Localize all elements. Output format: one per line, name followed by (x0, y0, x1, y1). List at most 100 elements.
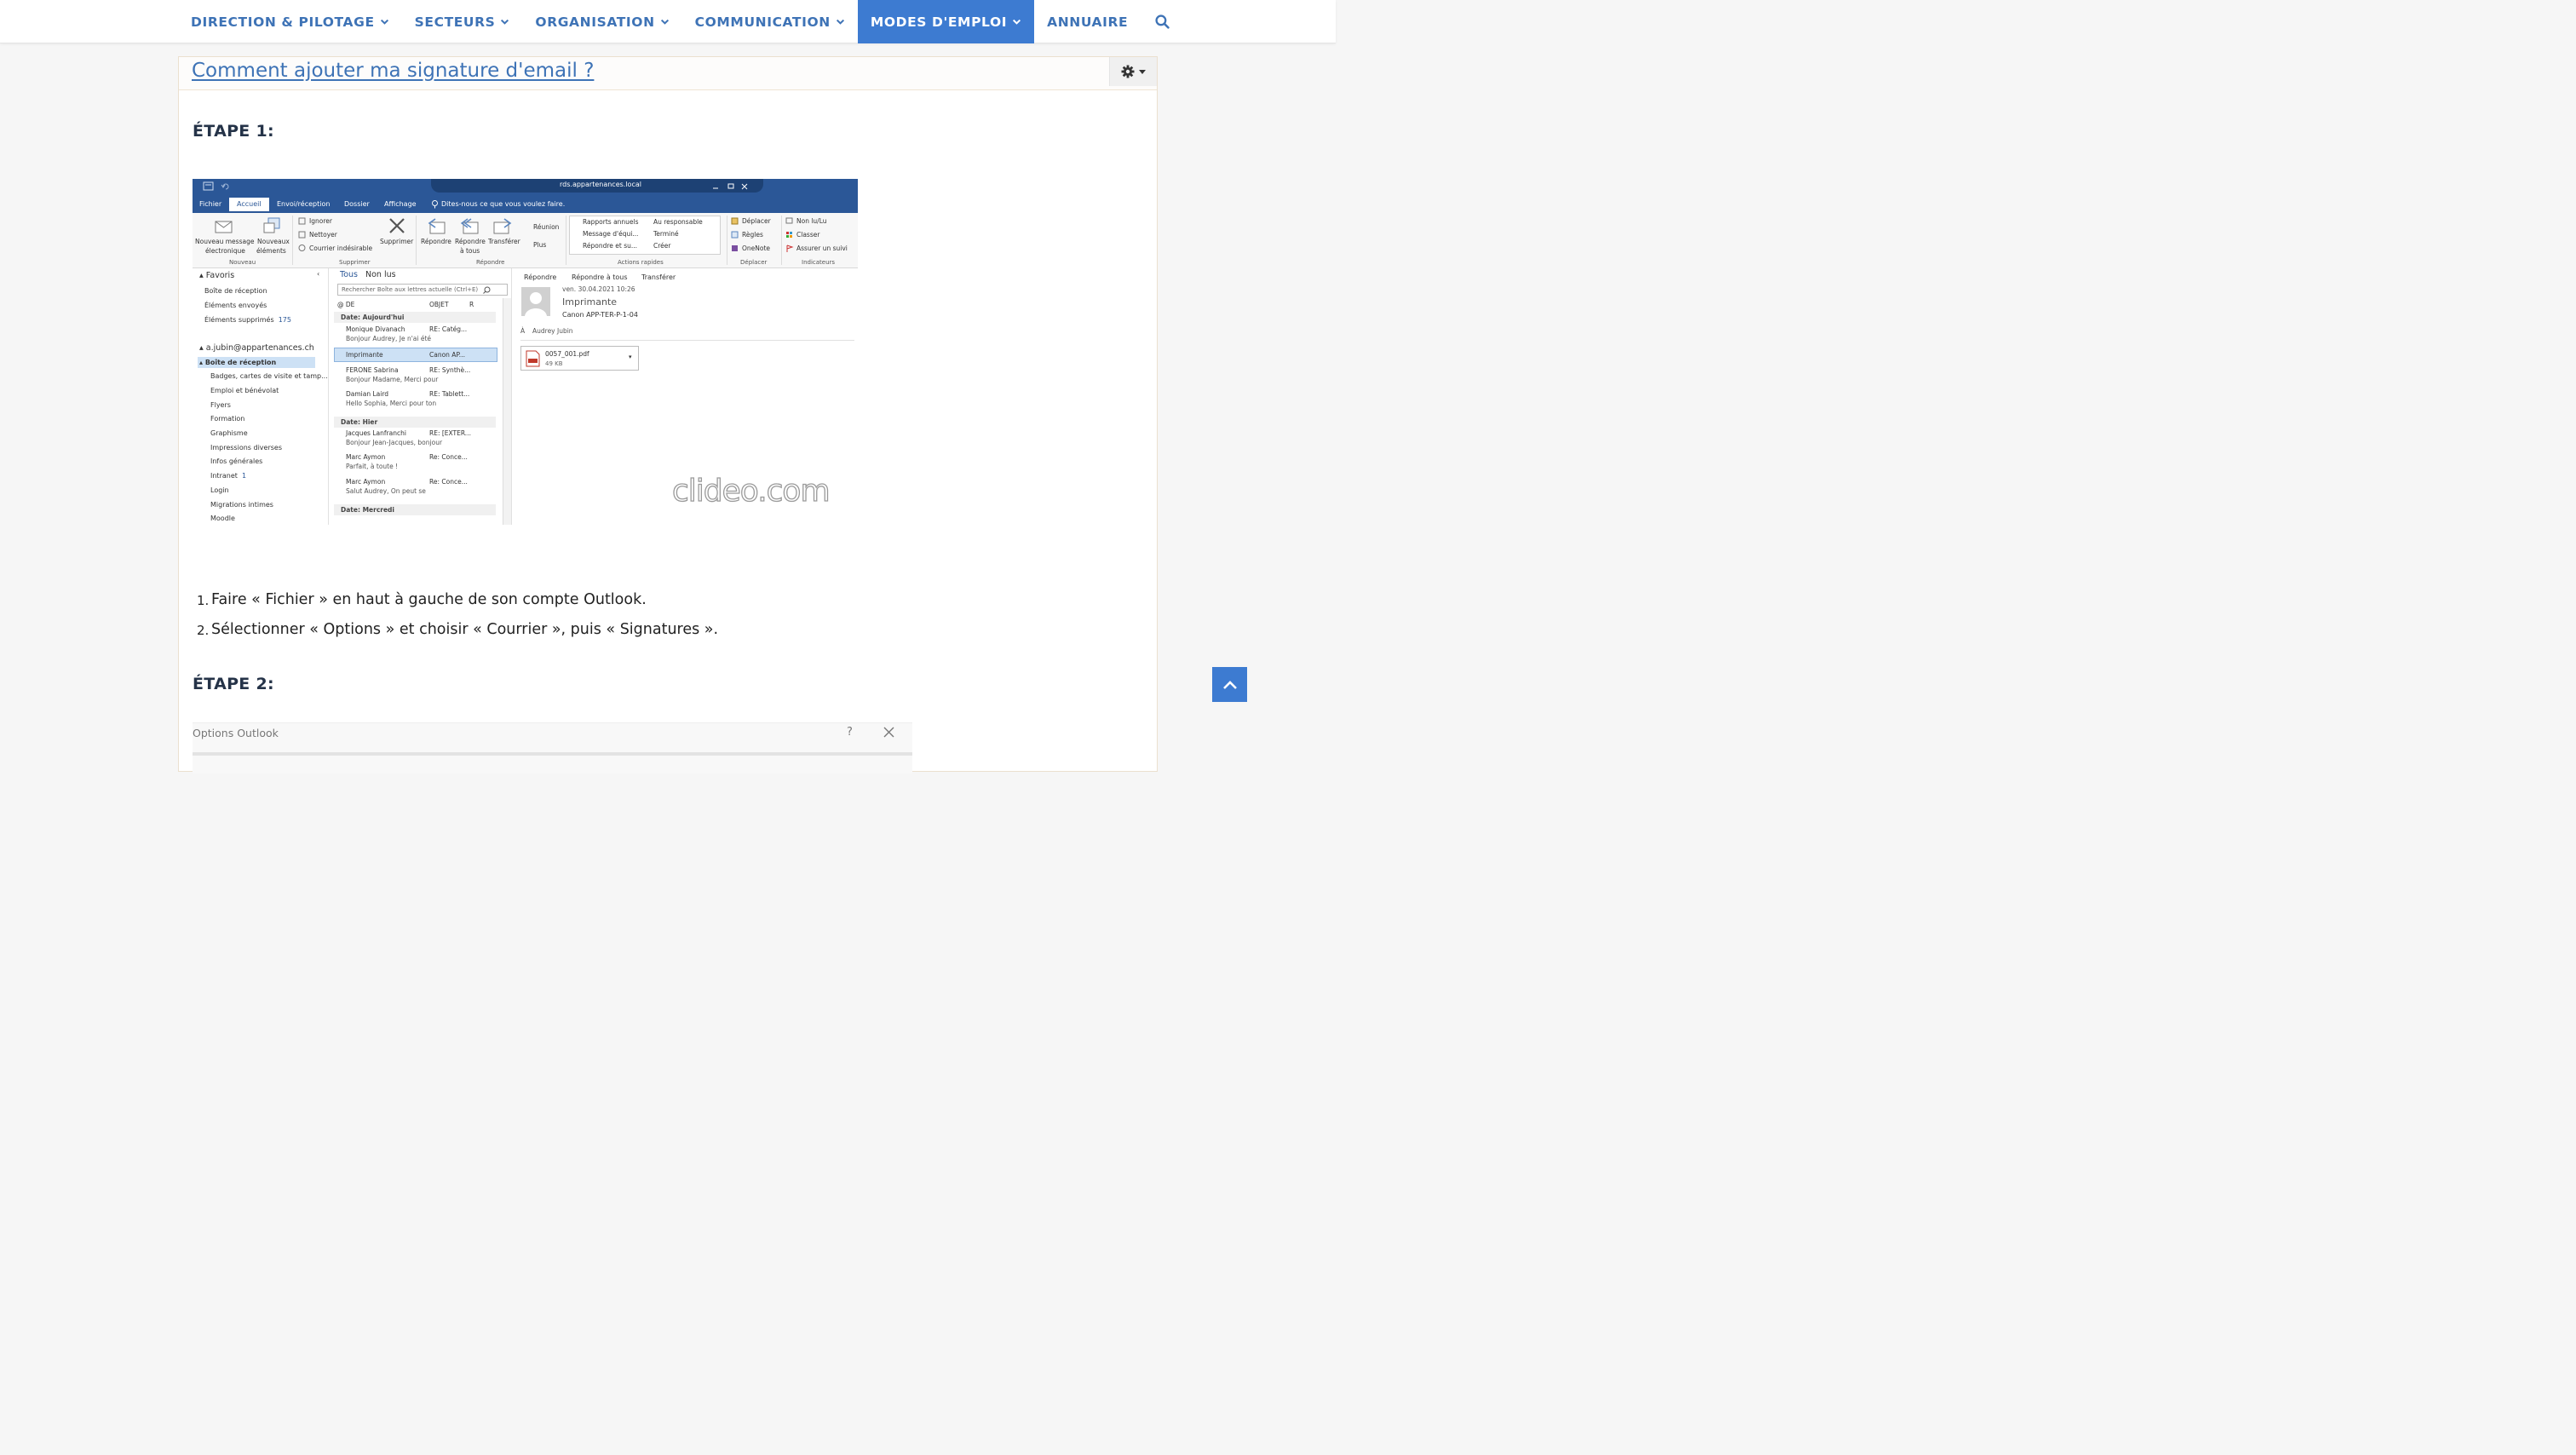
date-group-today[interactable]: Date: Aujourd'hui (341, 313, 404, 321)
filter-all-tab[interactable]: Tous (340, 270, 358, 279)
meeting-button[interactable]: Réunion (533, 223, 559, 231)
ribbon-group-tags: Indicateurs (802, 259, 836, 266)
onenote-button[interactable]: OneNote (742, 244, 770, 252)
date-group-wednesday[interactable]: Date: Mercredi (341, 506, 394, 514)
categorize-button[interactable]: Classer (796, 231, 819, 239)
nav-item-organisation[interactable]: ORGANISATION (522, 0, 681, 43)
unread-button[interactable]: Non lu/Lu (796, 217, 827, 225)
delete-button[interactable]: Supprimer (380, 238, 413, 245)
article-tools-button[interactable] (1109, 57, 1157, 86)
quick-step-annual-reports[interactable]: Rapports annuels (583, 218, 639, 226)
folder-emploi[interactable]: Emploi et bénévolat (210, 387, 279, 394)
date-group-yesterday[interactable]: Date: Hier (341, 418, 377, 426)
attachment-size: 49 KB (545, 360, 563, 367)
folder-migrations[interactable]: Migrations intimes (210, 501, 273, 509)
folder-inbox-label: Boîte de réception (204, 359, 277, 366)
favorites-header[interactable]: ▴ Favoris (199, 271, 234, 280)
chevron-down-icon[interactable]: ▾ (629, 354, 632, 360)
list-item-text: Faire « Fichier » en haut à gauche de so… (211, 591, 647, 608)
message-from[interactable]: Damian Laird (346, 390, 388, 398)
quick-step-done[interactable]: Terminé (653, 230, 679, 238)
folder-impressions[interactable]: Impressions diverses (210, 444, 282, 451)
forward-button[interactable]: Transférer (488, 238, 520, 245)
nav-item-communication[interactable]: COMMUNICATION (682, 0, 858, 43)
message-subject-heading: Canon APP-TER-P-1-04 (562, 311, 638, 319)
tab-envoi-reception[interactable]: Envoi/réception (277, 200, 330, 208)
nav-item-secteurs[interactable]: SECTEURS (402, 0, 523, 43)
search-input[interactable]: Rechercher Boîte aux lettres actuelle (C… (337, 284, 508, 296)
column-from[interactable]: @ DE (337, 301, 354, 308)
list-item: 1. Faire « Fichier » en haut à gauche de … (197, 585, 978, 615)
undo-icon (221, 183, 229, 190)
reading-reply-all-button[interactable]: Répondre à tous (572, 273, 628, 281)
folder-graphisme[interactable]: Graphisme (210, 429, 248, 437)
nav-item-modes-d-emploi[interactable]: MODES D'EMPLOI (857, 0, 1035, 43)
folder-intranet[interactable]: Intranet 1 (210, 472, 246, 480)
ribbon-group-quick-steps: Actions rapides (618, 259, 664, 266)
folder-formation[interactable]: Formation (210, 415, 244, 423)
folder-favorite-inbox[interactable]: Boîte de réception (204, 287, 267, 295)
tab-fichier[interactable]: Fichier (199, 200, 221, 208)
folder-sent[interactable]: Éléments envoyés (204, 302, 267, 309)
message-sender[interactable]: Imprimante (562, 296, 617, 308)
message-from[interactable]: Monique Divanach (346, 325, 405, 333)
reading-forward-button[interactable]: Transférer (641, 273, 676, 281)
quick-step-create[interactable]: Créer (653, 242, 670, 250)
recipient-name[interactable]: Audrey Jubin (532, 327, 573, 335)
ignore-button[interactable]: Ignorer (309, 217, 332, 225)
folder-deleted[interactable]: Éléments supprimés 175 (204, 316, 291, 324)
nav-item-direction-pilotage[interactable]: DIRECTION & PILOTAGE (178, 0, 402, 43)
back-to-top-button[interactable] (1212, 667, 1247, 702)
folder-badges[interactable]: Badges, cartes de visite et tamp... (210, 372, 328, 380)
message-from[interactable]: Marc Aymon (346, 453, 385, 461)
folder-login[interactable]: Login (210, 486, 229, 494)
column-subject[interactable]: OBJET (429, 301, 449, 308)
quick-step-team-message[interactable]: Message d'équi... (583, 230, 638, 238)
ribbon-separator (292, 216, 293, 265)
options-window-title: Options Outlook (193, 727, 279, 739)
tab-accueil[interactable]: Accueil (229, 198, 269, 211)
folder-moodle[interactable]: Moodle (210, 515, 235, 522)
collapse-pane-icon[interactable]: ‹ (317, 270, 319, 278)
folder-inbox[interactable]: ▴ Boîte de réception (198, 357, 315, 368)
message-subject: Re: Conce... (429, 453, 468, 461)
rules-button[interactable]: Règles (742, 231, 763, 239)
header-divider (520, 340, 854, 341)
move-button[interactable]: Déplacer (742, 217, 771, 225)
message-from[interactable]: Marc Aymon (346, 478, 385, 486)
message-subject: RE: Tablett... (429, 390, 470, 398)
message-subject: RE: Catég... (429, 325, 468, 333)
folder-infos[interactable]: Infos générales (210, 457, 262, 465)
folder-flyers[interactable]: Flyers (210, 401, 231, 409)
reading-reply-button[interactable]: Répondre (524, 273, 556, 281)
follow-up-button[interactable]: Assurer un suivi (796, 244, 848, 252)
tab-dossier[interactable]: Dossier (344, 200, 370, 208)
reply-button[interactable]: Répondre (421, 238, 451, 245)
tell-me-search[interactable]: Dites-nous ce que vous voulez faire. (441, 200, 565, 208)
message-subject: RE: [EXTER... (429, 429, 471, 437)
tab-affichage[interactable]: Affichage (384, 200, 417, 208)
message-list-scrollbar[interactable] (503, 298, 511, 525)
message-from[interactable]: FERONE Sabrina (346, 366, 399, 374)
search-button[interactable] (1141, 0, 1182, 43)
message-from[interactable]: Jacques Lanfranchi (346, 429, 406, 437)
quick-step-to-manager[interactable]: Au responsable (653, 218, 703, 226)
reply-all-button[interactable]: Répondre (455, 238, 486, 245)
nav-item-label: MODES D'EMPLOI (870, 14, 1008, 30)
more-button[interactable]: Plus (533, 241, 546, 249)
message-from[interactable]: Imprimante (346, 351, 383, 359)
article-title-link[interactable]: Comment ajouter ma signature d'email ? (192, 60, 594, 82)
nav-item-annuaire[interactable]: ANNUAIRE (1034, 0, 1141, 43)
junk-button[interactable]: Courrier indésirable (309, 244, 372, 252)
clean-button[interactable]: Nettoyer (309, 231, 337, 239)
forward-icon (493, 218, 512, 234)
filter-unread-tab[interactable]: Non lus (365, 270, 396, 279)
quick-step-reply-delete[interactable]: Répondre et su... (583, 242, 637, 250)
attachment-chip[interactable]: 0057_001.pdf 49 KB ▾ (520, 346, 639, 371)
nav-item-label: DIRECTION & PILOTAGE (191, 14, 375, 30)
account-header[interactable]: ▴ a.jubin@appartenances.ch (199, 343, 314, 353)
new-items-button[interactable]: Nouveaux (257, 238, 290, 245)
column-received[interactable]: R (469, 301, 474, 308)
new-mail-button[interactable]: Nouveau message (195, 238, 254, 245)
ribbon-separator (416, 216, 417, 265)
